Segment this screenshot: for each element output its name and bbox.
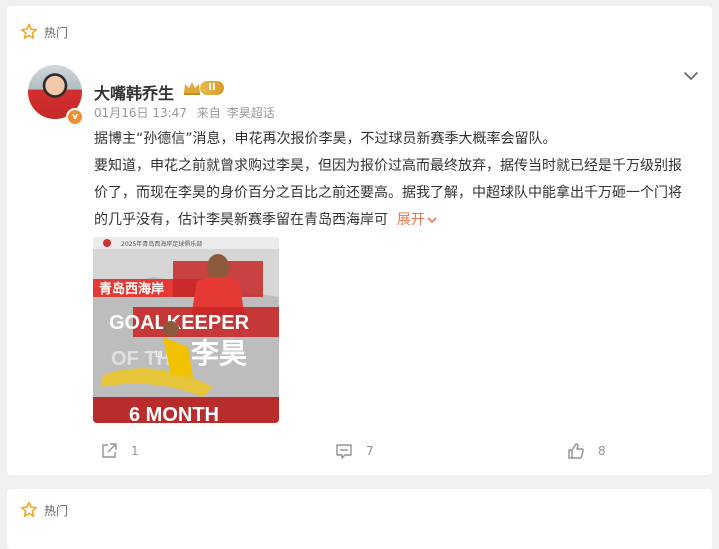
share-icon	[102, 443, 117, 458]
like-count: 8	[598, 444, 606, 458]
chevron-down-icon[interactable]	[683, 68, 699, 84]
hot-section-label: 热门	[44, 503, 69, 518]
like-button[interactable]: 8	[566, 441, 606, 461]
goalkeeper-poster: 2025年青岛西海岸足球俱乐部 青岛西海岸 GOALKEEPER OF THE …	[93, 237, 279, 423]
share-count: 1	[131, 444, 139, 458]
poster-player-name: 李昊	[191, 337, 247, 370]
post-date[interactable]: 01月16日 13:47	[94, 106, 187, 120]
poster-line-month: 6 MONTH	[129, 404, 219, 423]
poster-header-text: 2025年青岛西海岸足球俱乐部	[121, 240, 202, 248]
hot-flame-icon	[21, 23, 37, 39]
crown-icon	[184, 82, 200, 95]
comment-count: 7	[366, 444, 374, 458]
post-source-prefix: 来自	[196, 106, 221, 120]
hot-section-label: 热门	[44, 25, 69, 40]
post-body: 据博主“孙德信”消息，申花再次报价李昊，不过球员新赛季大概率会留队。 要知道，申…	[94, 126, 694, 234]
thumbs-up-icon	[568, 443, 584, 459]
expand-link[interactable]: 展开	[397, 212, 438, 228]
poster-line-goalkeeper: GOALKEEPER	[109, 312, 250, 334]
hot-section-header: 热门	[20, 22, 68, 42]
author-name[interactable]: 大嘴韩乔生	[94, 80, 174, 104]
post-image[interactable]: 2025年青岛西海岸足球俱乐部 青岛西海岸 GOALKEEPER OF THE …	[93, 237, 279, 423]
hot-section-header: 热门	[20, 500, 68, 520]
post-paragraph: 要知道，申花之前就曾求购过李昊，但因为报价过高而最终放弃，据传当时就已经是千万级…	[94, 158, 682, 228]
member-level-badge: II	[200, 81, 224, 95]
poster-club-text: 青岛西海岸	[99, 281, 164, 297]
verified-badge: v	[66, 108, 84, 126]
comment-icon	[336, 444, 352, 459]
post-source-link[interactable]: 李昊超话	[227, 106, 275, 120]
comment-button[interactable]: 7	[334, 441, 374, 461]
feed-card-next: 热门	[7, 489, 712, 549]
post-paragraph: 据博主“孙德信”消息，申花再次报价李昊，不过球员新赛季大概率会留队。	[94, 131, 557, 147]
hot-flame-icon	[21, 501, 37, 517]
post-meta: 01月16日 13:47 来自 李昊超话	[94, 104, 281, 121]
expand-chevron-icon	[427, 217, 437, 224]
post-action-bar: 1 7 8	[0, 441, 705, 465]
share-button[interactable]: 1	[99, 441, 139, 461]
